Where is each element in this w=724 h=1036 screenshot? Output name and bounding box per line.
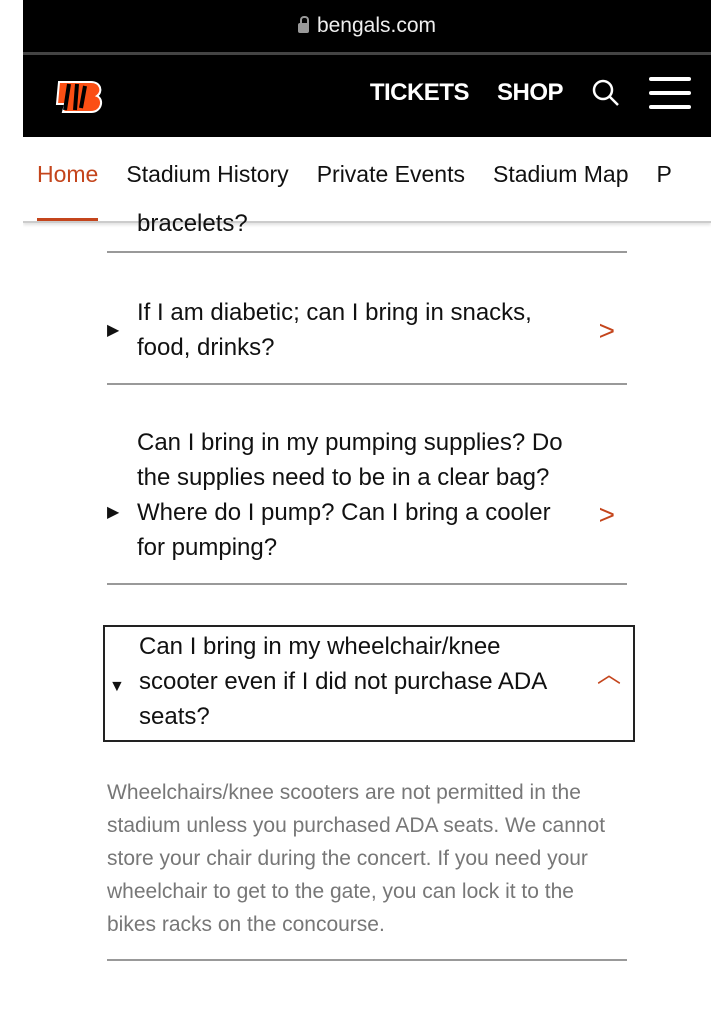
tab-more[interactable]: P: [657, 137, 672, 221]
faq-answer: Wheelchairs/knee scooters are not permit…: [107, 742, 627, 961]
menu-icon[interactable]: [649, 77, 691, 109]
bengals-logo[interactable]: [55, 80, 105, 114]
faq-item-expanded[interactable]: ▼ Can I bring in my wheelchair/knee scoot…: [103, 625, 635, 742]
faq-item[interactable]: ▶ If I am diabetic; can I bring in snacks…: [107, 253, 627, 385]
faq-item[interactable]: ▶ Can I bring in my pumping supplies? Do …: [107, 385, 627, 585]
search-icon[interactable]: [591, 78, 621, 108]
faq-question: Can I bring in my pumping supplies? Do t…: [137, 429, 563, 561]
faq-question: Can I bring in my wheelchair/knee scoote…: [139, 633, 546, 730]
address-bar[interactable]: bengals.com: [23, 0, 711, 55]
lock-icon: [297, 16, 309, 33]
url-text: bengals.com: [316, 14, 437, 37]
faq-item[interactable]: bracelets?: [107, 206, 627, 253]
triangle-right-icon: ▶: [107, 322, 120, 339]
chevron-up-icon: ︿: [597, 661, 621, 688]
triangle-down-icon: ▼: [109, 678, 125, 695]
chevron-right-icon: >: [598, 315, 615, 346]
site-header: TICKETS SHOP: [23, 55, 711, 137]
shop-link[interactable]: SHOP: [497, 79, 564, 107]
faq-question: If I am diabetic; can I bring in snacks,…: [137, 299, 532, 361]
triangle-right-icon: ▶: [107, 504, 120, 521]
tickets-link[interactable]: TICKETS: [370, 79, 470, 107]
faq-question: bracelets?: [137, 210, 248, 237]
tab-home[interactable]: Home: [37, 137, 99, 221]
chevron-right-icon: >: [598, 499, 615, 530]
